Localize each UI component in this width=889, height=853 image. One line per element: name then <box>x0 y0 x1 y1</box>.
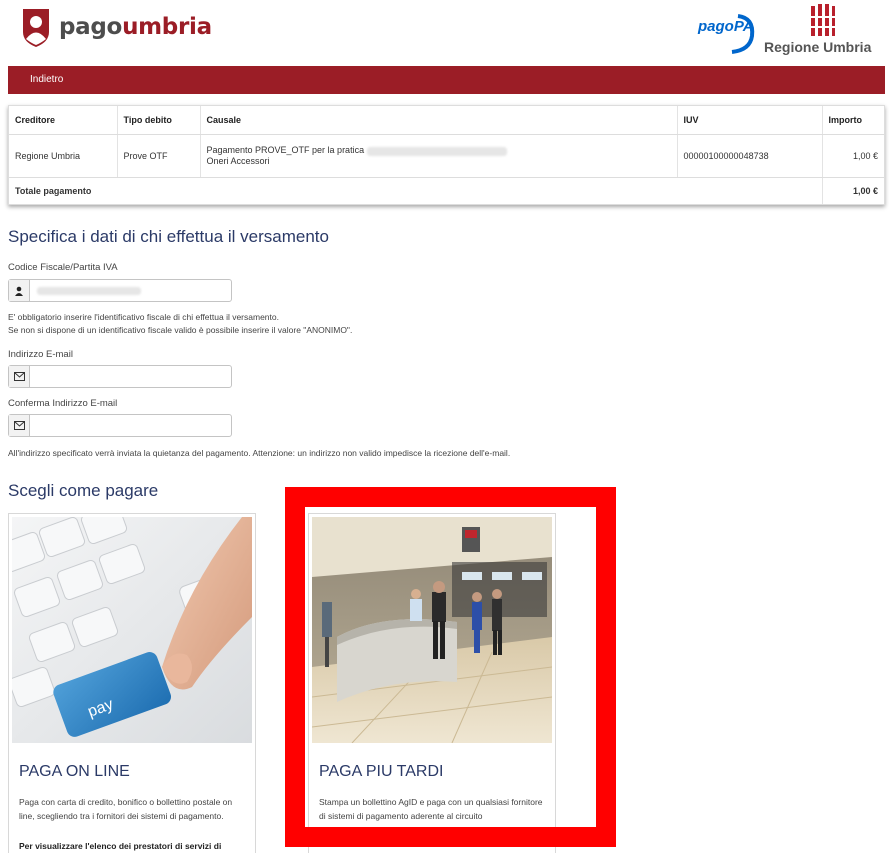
email-label: Indirizzo E-mail <box>8 349 73 360</box>
pay-online-psp-link[interactable]: Per visualizzare l'elenco dei prestatori… <box>19 839 244 853</box>
cell-causale: Pagamento PROVE_OTF per la pratica Oneri… <box>200 134 678 178</box>
cf-note: E' obbligatorio inserire l'identificativ… <box>8 312 353 335</box>
email-note: All'indirizzo specificato verrà inviata … <box>8 448 511 458</box>
cell-iuv: 00000100000048738 <box>677 134 823 178</box>
email-confirm-field[interactable] <box>8 414 232 437</box>
cell-creditore: Regione Umbria <box>9 134 118 178</box>
user-icon <box>9 280 30 301</box>
pagoumbria-logo[interactable]: pagoumbria <box>20 6 212 48</box>
total-row: Totale pagamento 1,00 € <box>9 177 884 204</box>
logo-text: pagoumbria <box>59 14 212 40</box>
payment-table: Creditore Tipo debito Causale IUV Import… <box>8 105 885 205</box>
pay-later-desc: Stampa un bollettino AgID e paga con un … <box>319 797 543 821</box>
cell-importo: 1,00 € <box>822 134 884 178</box>
col-causale: Causale <box>200 106 678 135</box>
total-value: 1,00 € <box>852 185 878 196</box>
envelope-icon <box>9 366 30 387</box>
payer-section-title: Specifica i dati di chi effettua il vers… <box>8 227 329 246</box>
shield-logo-icon <box>23 9 49 47</box>
col-tipo-debito: Tipo debito <box>117 106 201 135</box>
pay-later-card[interactable]: PAGA PIU TARDI Stampa un bollettino AgID… <box>308 513 556 853</box>
col-creditore: Creditore <box>9 106 118 135</box>
pay-online-title: PAGA ON LINE <box>19 763 130 780</box>
regione-umbria-logo: Regione Umbria <box>764 4 888 56</box>
regione-crest-icon <box>810 4 836 36</box>
keyboard-image: return pay <box>12 517 252 743</box>
email-input[interactable] <box>30 366 231 387</box>
pay-later-title: PAGA PIU TARDI <box>319 763 444 780</box>
cf-field[interactable] <box>8 279 232 302</box>
pagopa-logo: pagoPA <box>698 10 758 56</box>
table-row: Regione Umbria Prove OTF Pagamento PROVE… <box>9 134 884 178</box>
bank-office-image <box>312 517 552 743</box>
cell-tipo-debito: Prove OTF <box>117 134 201 178</box>
email-field[interactable] <box>8 365 232 388</box>
email-confirm-label: Conferma Indirizzo E-mail <box>8 398 118 409</box>
cf-label: Codice Fiscale/Partita IVA <box>8 262 118 273</box>
redacted-cf-value <box>37 287 141 295</box>
pay-online-desc: Paga con carta di credito, bonifico o bo… <box>19 797 233 821</box>
envelope-icon <box>9 415 30 436</box>
pay-online-card[interactable]: return pay PAGA ON LINE Paga con carta d… <box>8 513 256 853</box>
total-label: Totale pagamento <box>9 177 823 204</box>
app-header: pagoumbria pagoPA Regione Umbria <box>0 0 889 66</box>
methods-section-title: Scegli come pagare <box>8 481 159 500</box>
col-iuv: IUV <box>677 106 823 135</box>
table-header-row: Creditore Tipo debito Causale IUV Import… <box>9 106 884 135</box>
email-confirm-input[interactable] <box>30 415 231 436</box>
redacted-pratica-id <box>366 146 507 156</box>
back-link[interactable]: Indietro <box>30 74 63 85</box>
col-importo: Importo <box>822 106 884 135</box>
nav-bar: Indietro <box>8 66 885 94</box>
